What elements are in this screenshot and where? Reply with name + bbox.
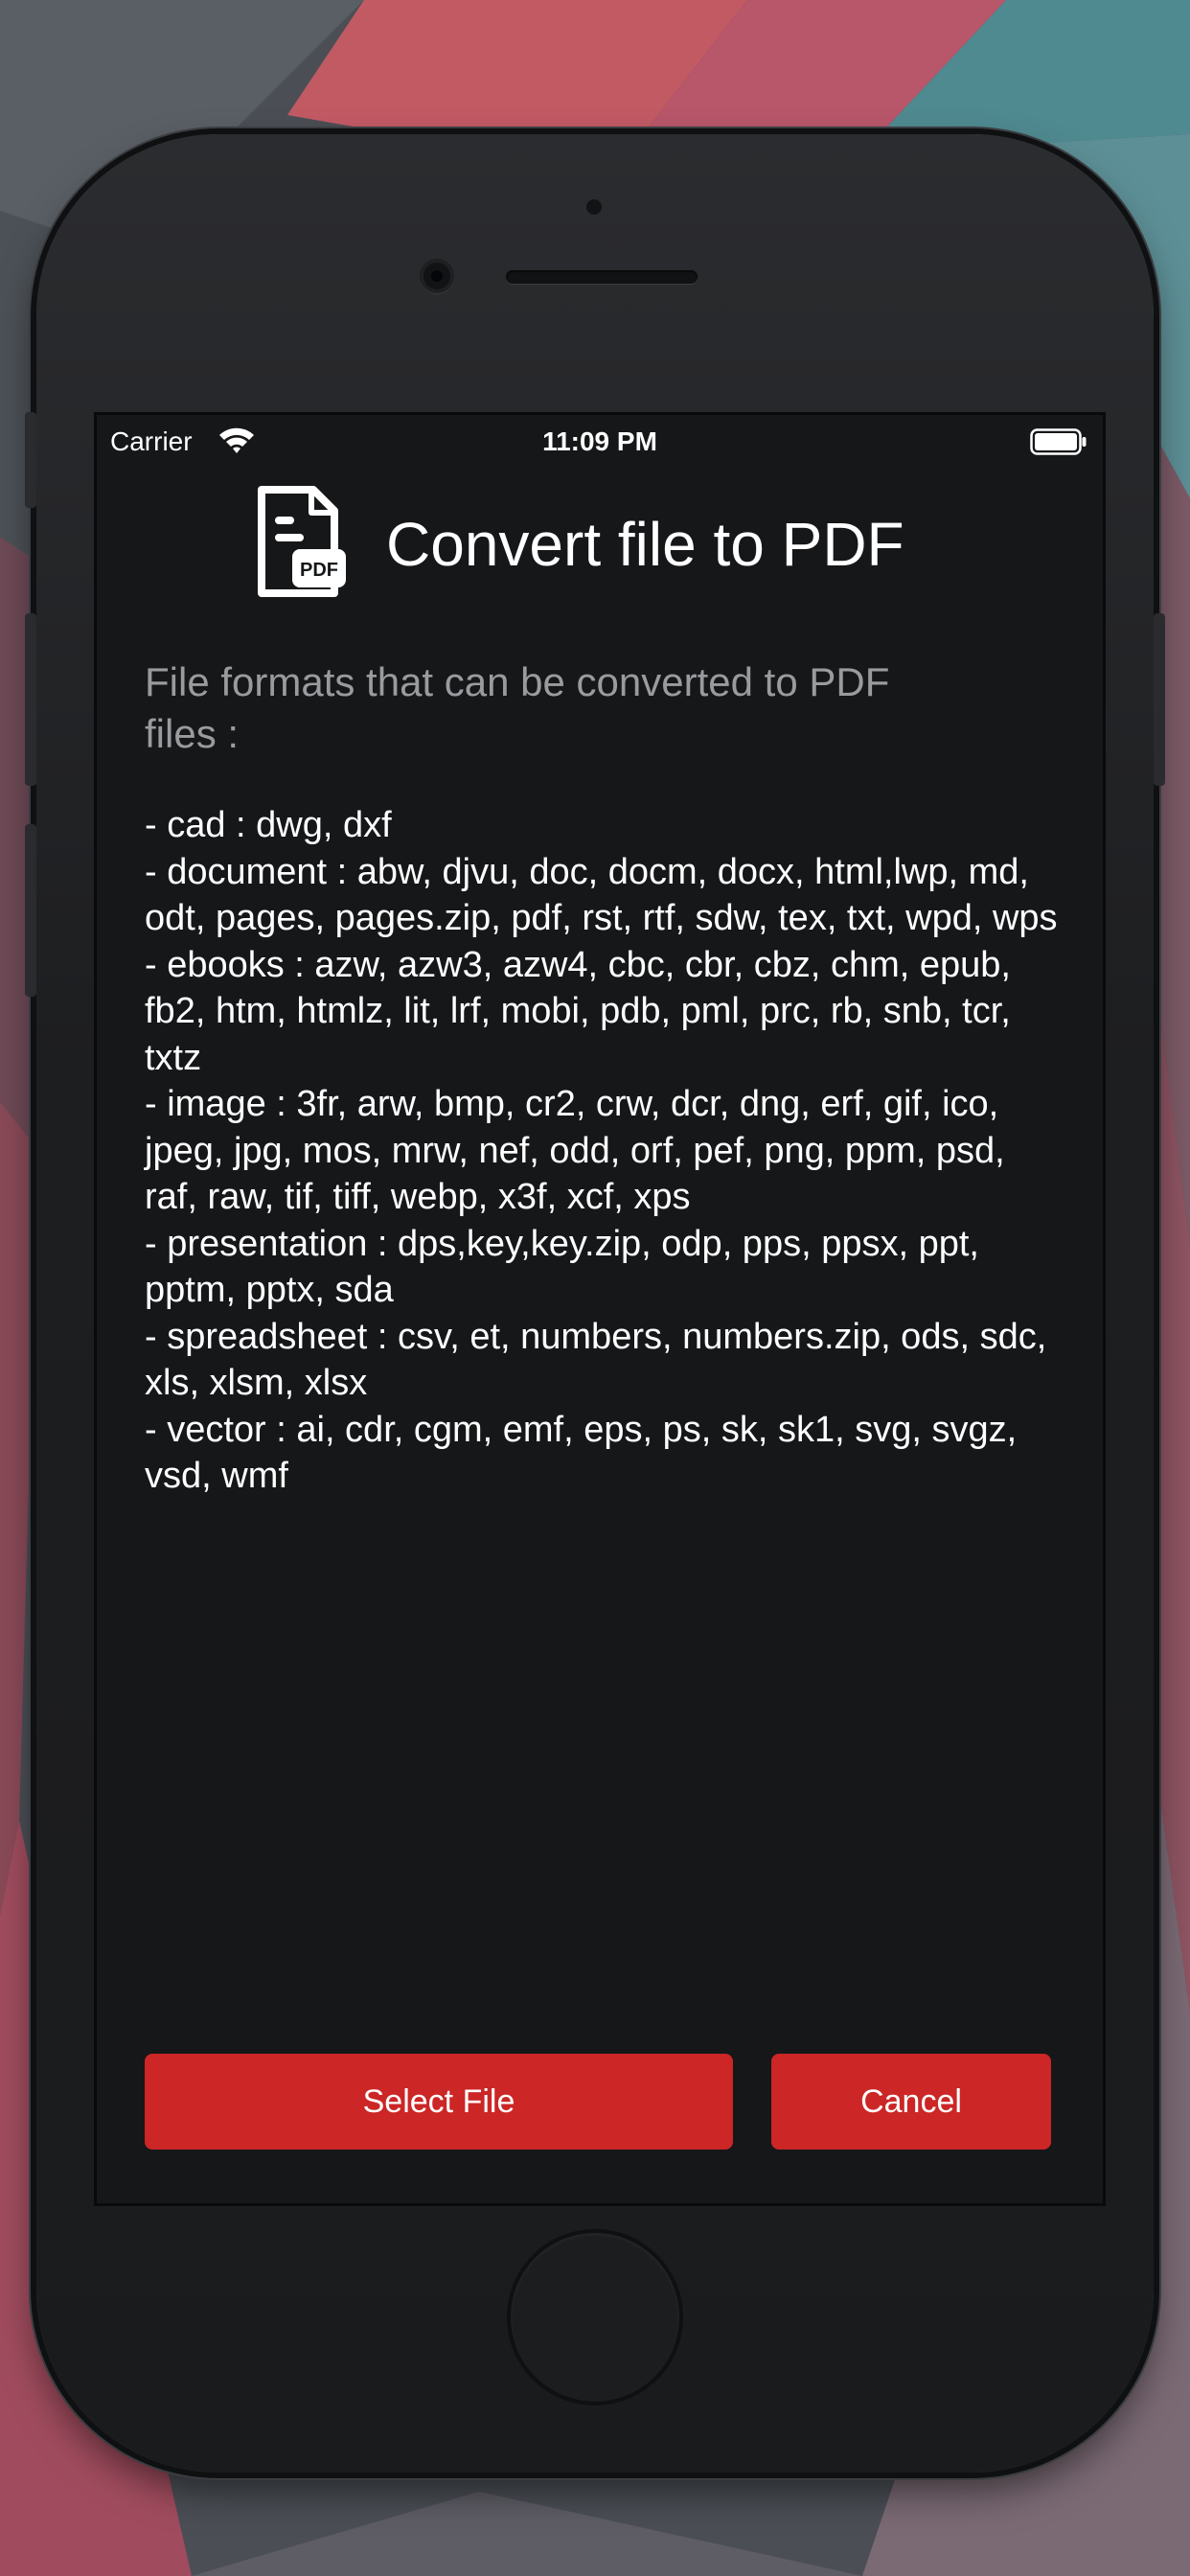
format-item-image: - image : 3fr, arw, bmp, cr2, crw, dcr, … xyxy=(145,1084,1005,1217)
battery-icon xyxy=(1030,428,1087,455)
pdf-icon-label: PDF xyxy=(300,560,338,581)
app-screen: Carrier 11:09 PM PDF Convert file to PDF… xyxy=(94,412,1106,2206)
format-item-document: - document : abw, djvu, doc, docm, docx,… xyxy=(145,851,1058,939)
volume-up-button xyxy=(25,613,36,786)
format-item-presentation: - presentation : dps,key,key.zip, odp, p… xyxy=(145,1223,979,1311)
format-item-ebooks: - ebooks : azw, azw3, azw4, cbc, cbr, cb… xyxy=(145,944,1011,1078)
format-item-spreadsheet: - spreadsheet : csv, et, numbers, number… xyxy=(145,1316,1047,1404)
formats-intro: File formats that can be converted to PD… xyxy=(145,659,890,756)
page-title: Convert file to PDF xyxy=(386,510,904,579)
power-button xyxy=(1154,613,1165,786)
formats-list: - cad : dwg, dxf - document : abw, djvu,… xyxy=(145,802,1064,1500)
format-item-cad: - cad : dwg, dxf xyxy=(145,805,392,845)
proximity-sensor xyxy=(586,199,602,215)
select-file-button[interactable]: Select File xyxy=(145,2054,733,2150)
status-time: 11:09 PM xyxy=(542,426,657,456)
home-button[interactable] xyxy=(511,2233,679,2402)
front-camera-icon xyxy=(420,259,454,293)
earpiece-speaker xyxy=(506,270,698,284)
format-item-vector: - vector : ai, cdr, cgm, emf, eps, ps, s… xyxy=(145,1409,1018,1497)
cancel-button[interactable]: Cancel xyxy=(771,2054,1051,2150)
status-bar: Carrier 11:09 PM xyxy=(97,415,1103,472)
mute-switch xyxy=(25,412,36,508)
page-header: PDF Convert file to PDF xyxy=(97,484,1103,599)
pdf-document-icon: PDF xyxy=(258,486,346,597)
volume-down-button xyxy=(25,824,36,997)
